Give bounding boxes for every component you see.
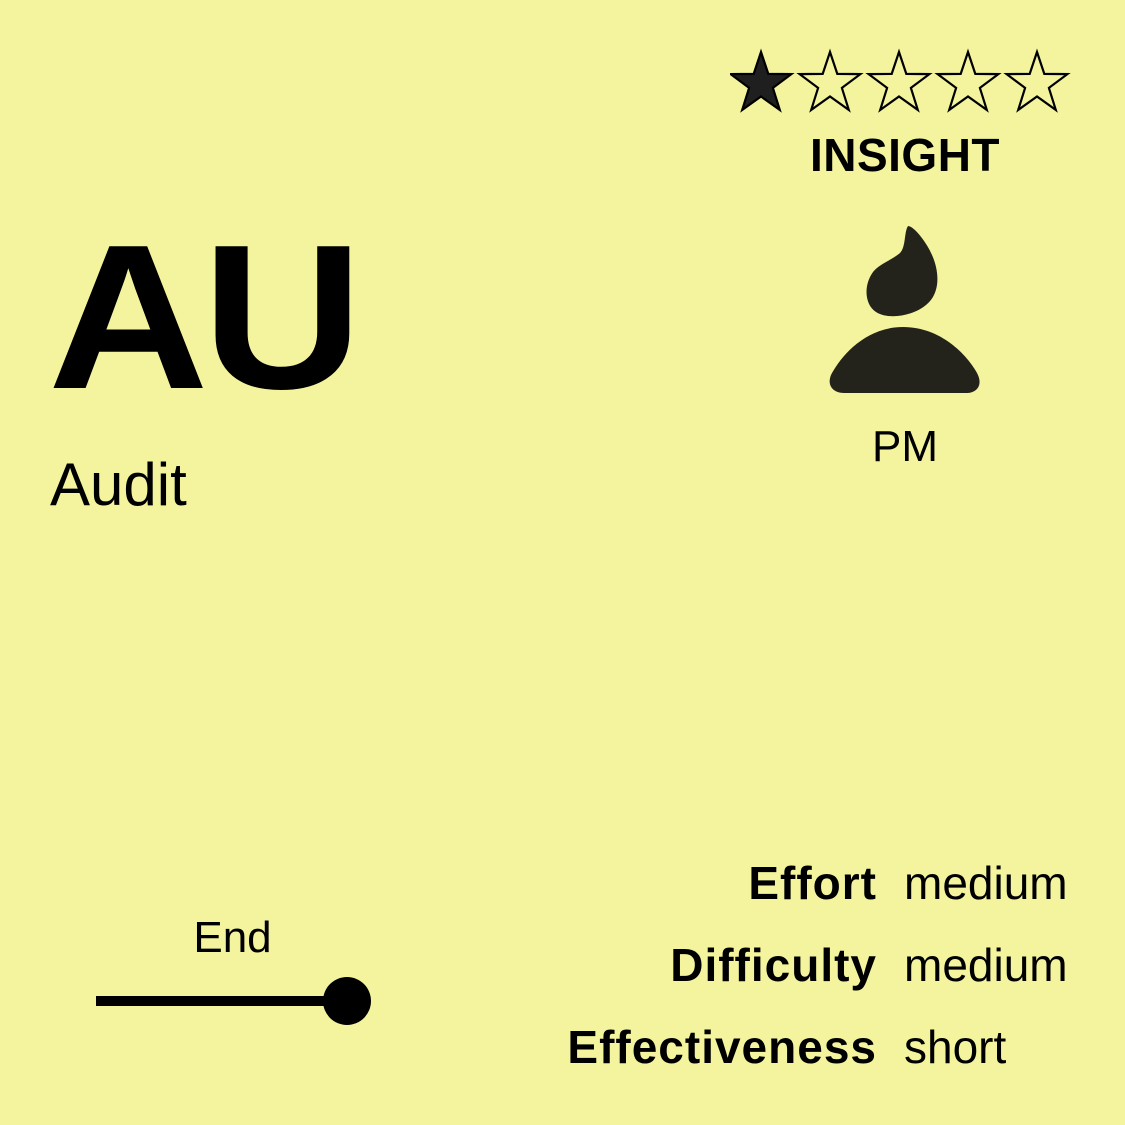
stat-label: Difficulty	[670, 939, 877, 991]
stat-value: short	[904, 1021, 1007, 1073]
star-empty-icon	[1003, 48, 1071, 113]
role-label: PM	[872, 422, 938, 471]
stat-label: Effectiveness	[567, 1021, 877, 1073]
category-label: INSIGHT	[809, 129, 1001, 181]
stat-label: Effort	[748, 857, 877, 909]
person-icon	[829, 226, 980, 393]
star-filled-icon	[730, 48, 795, 113]
stat-value: medium	[904, 857, 1068, 909]
phase-slider	[96, 977, 371, 1025]
star-empty-icon	[796, 48, 864, 113]
stat-value: medium	[904, 939, 1068, 991]
phase-knob	[323, 977, 371, 1025]
stat-row-effectiveness: Effectiveness short	[567, 1020, 1077, 1102]
method-abbreviation: AU	[48, 202, 363, 432]
stat-row-effort: Effort medium	[567, 856, 1077, 938]
phase-label: End	[193, 913, 272, 962]
stat-row-difficulty: Difficulty medium	[567, 938, 1077, 1020]
star-rating	[730, 48, 1071, 113]
stats-table: Effort medium Difficulty medium Effectiv…	[567, 856, 1077, 1102]
star-empty-icon	[934, 48, 1002, 113]
method-name: Audit	[50, 451, 187, 518]
star-empty-icon	[865, 48, 933, 113]
method-card: INSIGHT AU Audit PM End Effort medium Di…	[0, 0, 1125, 1125]
